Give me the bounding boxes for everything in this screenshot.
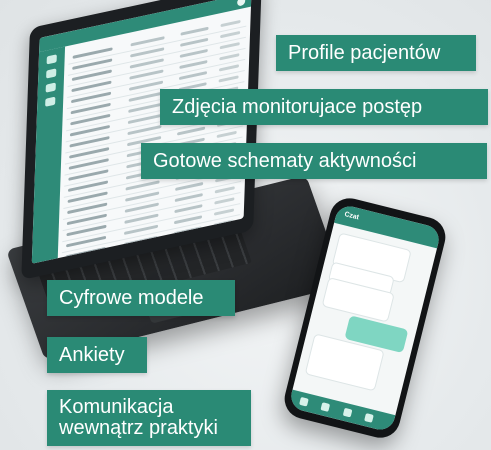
feature-label-ankiety: Ankiety bbox=[47, 337, 147, 373]
flag-icon bbox=[45, 82, 56, 93]
laptop-app-display bbox=[31, 0, 252, 264]
flag-icon bbox=[342, 407, 353, 418]
user-icon bbox=[45, 96, 56, 107]
feature-label-cyfrowe: Cyfrowe modele bbox=[47, 280, 235, 316]
chat-icon bbox=[46, 68, 57, 79]
app-sidebar bbox=[31, 46, 66, 264]
feature-label-zdjecia: Zdjęcia monitorujace postęp bbox=[160, 89, 488, 125]
feature-label-komunikacja: Komunikacja wewnątrz praktyki bbox=[47, 390, 251, 446]
promo-illustration: Czat Profile pacjentów Zdjęcia monitoruj… bbox=[0, 0, 491, 450]
user-icon bbox=[364, 413, 375, 423]
patient-table bbox=[61, 15, 247, 264]
home-icon bbox=[46, 54, 57, 65]
feature-label-komunikacja-line1: Komunikacja bbox=[59, 396, 174, 418]
feature-label-komunikacja-line2: wewnątrz praktyki bbox=[59, 417, 218, 439]
feature-label-schematy: Gotowe schematy aktywności bbox=[141, 143, 487, 179]
phone-bottom-nav bbox=[288, 389, 396, 433]
user-icon bbox=[237, 0, 246, 7]
feature-label-profile: Profile pacjentów bbox=[276, 35, 476, 71]
home-icon bbox=[299, 396, 309, 407]
chat-icon bbox=[320, 402, 331, 412]
